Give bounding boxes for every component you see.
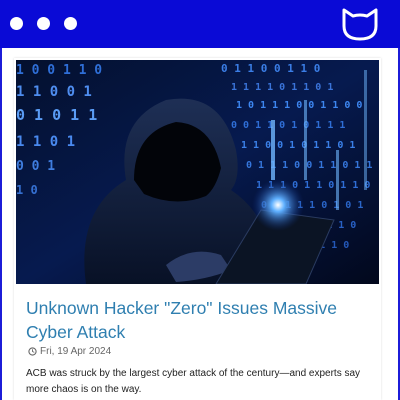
svg-text:1 0 0 1 1 0: 1 0 0 1 1 0 bbox=[16, 63, 102, 78]
svg-text:1 1 0 0 1: 1 1 0 0 1 bbox=[16, 84, 92, 100]
article-date: Fri, 19 Apr 2024 bbox=[40, 346, 112, 357]
svg-text:1 1 0 0 1 0 1 1 0 1: 1 1 0 0 1 0 1 1 0 1 bbox=[241, 140, 355, 151]
cat-head-icon[interactable] bbox=[340, 6, 380, 42]
window-dot-3[interactable] bbox=[64, 17, 77, 30]
hacker-laptop-image[interactable]: 1 0 0 1 1 0 0 1 1 0 0 1 1 0 1 1 0 0 1 1 … bbox=[16, 60, 379, 284]
svg-text:0 1 1 1 0 0 1 1 0 1 1: 0 1 1 1 0 0 1 1 0 1 1 bbox=[246, 160, 372, 171]
svg-text:0 1 0 1 1: 0 1 0 1 1 bbox=[16, 106, 97, 124]
top-bar bbox=[0, 0, 400, 48]
article-dateline: Fri, 19 Apr 2024 bbox=[28, 346, 111, 357]
window-dot-1[interactable] bbox=[10, 17, 23, 30]
window-dot-2[interactable] bbox=[37, 17, 50, 30]
svg-text:1 0: 1 0 bbox=[16, 183, 38, 197]
svg-text:1 1 0 1: 1 1 0 1 bbox=[16, 134, 75, 150]
svg-text:0 0 1 1 0 1 0 1 1 1: 0 0 1 1 0 1 0 1 1 1 bbox=[231, 120, 345, 131]
svg-text:0 0 1: 0 0 1 bbox=[16, 159, 55, 174]
svg-text:1 1 1 1 0 1 1 0 1: 1 1 1 1 0 1 1 0 1 bbox=[231, 82, 333, 93]
clock-icon bbox=[28, 347, 37, 356]
article-title[interactable]: Unknown Hacker "Zero" Issues Massive Cyb… bbox=[26, 296, 366, 344]
svg-text:0 1 1 0 0 1 1 0: 0 1 1 0 0 1 1 0 bbox=[221, 62, 320, 75]
svg-text:1 0 1 1 1 0 0 1 1 0 0: 1 0 1 1 1 0 0 1 1 0 0 bbox=[236, 100, 362, 111]
article-summary: ACB was struck by the largest cyber atta… bbox=[26, 368, 361, 395]
